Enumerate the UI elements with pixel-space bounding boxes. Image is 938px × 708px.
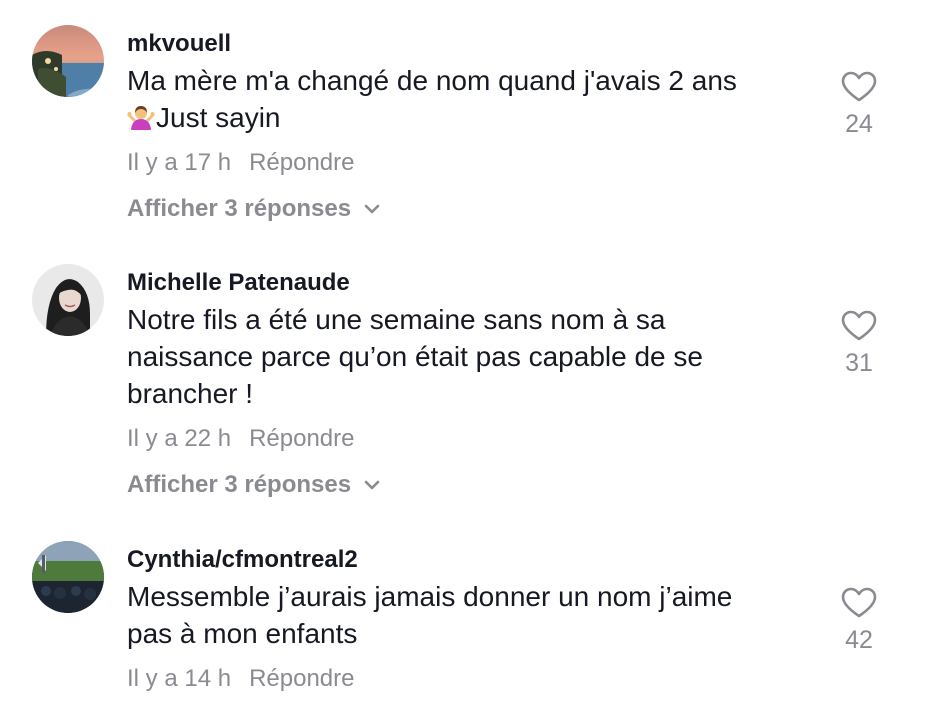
comment-text-line: naissance parce qu’on était pas capable … bbox=[127, 341, 703, 372]
like-count: 42 bbox=[845, 626, 873, 654]
comment-time: Il y a 22 h bbox=[127, 425, 232, 452]
chevron-down-icon bbox=[364, 204, 380, 214]
view-replies-label: Afficher 3 réponses bbox=[127, 195, 352, 222]
person-shrugging-emoji-icon bbox=[127, 103, 155, 131]
username[interactable]: mkvouell bbox=[127, 29, 807, 59]
avatar[interactable] bbox=[32, 25, 104, 97]
username[interactable]: Cynthia/cfmontreal2 bbox=[127, 545, 807, 575]
comment-time: Il y a 14 h bbox=[127, 665, 232, 692]
like-control: 24 bbox=[838, 71, 880, 139]
like-control: 31 bbox=[838, 310, 880, 378]
chevron-down-icon bbox=[364, 480, 380, 490]
like-count: 24 bbox=[845, 110, 873, 138]
comment-text-line: Notre fils a été une semaine sans nom à … bbox=[127, 304, 666, 335]
comment-text-line: Messemble j’aurais jamais donner un nom … bbox=[127, 581, 733, 612]
comment-text: Notre fils a été une semaine sans nom à … bbox=[127, 301, 807, 412]
like-control: 42 bbox=[838, 587, 880, 655]
comment-meta: Il y a 14 h Répondre bbox=[127, 664, 807, 694]
username[interactable]: Michelle Patenaude bbox=[127, 268, 807, 298]
comment-text-fragment: Just sayin bbox=[156, 102, 281, 133]
comment-text-line: brancher ! bbox=[127, 378, 254, 409]
reply-button[interactable]: Répondre bbox=[249, 665, 354, 692]
avatar[interactable] bbox=[32, 264, 104, 336]
like-count: 31 bbox=[845, 349, 873, 377]
reply-button[interactable]: Répondre bbox=[249, 425, 354, 452]
comment-meta: Il y a 22 h Répondre bbox=[127, 424, 807, 454]
avatar-image bbox=[32, 25, 104, 97]
view-replies-label: Afficher 3 réponses bbox=[127, 471, 352, 498]
comment-meta: Il y a 17 h Répondre bbox=[127, 148, 807, 178]
avatar-image bbox=[32, 541, 104, 613]
avatar-image bbox=[32, 264, 104, 336]
comment-time: Il y a 17 h bbox=[127, 149, 232, 176]
heart-icon[interactable] bbox=[841, 71, 877, 103]
heart-icon[interactable] bbox=[841, 587, 877, 619]
comment-text-line: Just sayin bbox=[127, 99, 807, 136]
heart-icon[interactable] bbox=[841, 310, 877, 342]
comment-text-line: Ma mère m'a changé de nom quand j'avais … bbox=[127, 65, 737, 96]
comment-text: Ma mère m'a changé de nom quand j'avais … bbox=[127, 62, 807, 136]
comment-text-line: pas à mon enfants bbox=[127, 618, 358, 649]
avatar[interactable] bbox=[32, 541, 104, 613]
comment-text: Messemble j’aurais jamais donner un nom … bbox=[127, 578, 807, 652]
view-replies-button[interactable]: Afficher 3 réponses bbox=[127, 194, 381, 224]
reply-button[interactable]: Répondre bbox=[249, 149, 354, 176]
view-replies-button[interactable]: Afficher 3 réponses bbox=[127, 470, 381, 500]
